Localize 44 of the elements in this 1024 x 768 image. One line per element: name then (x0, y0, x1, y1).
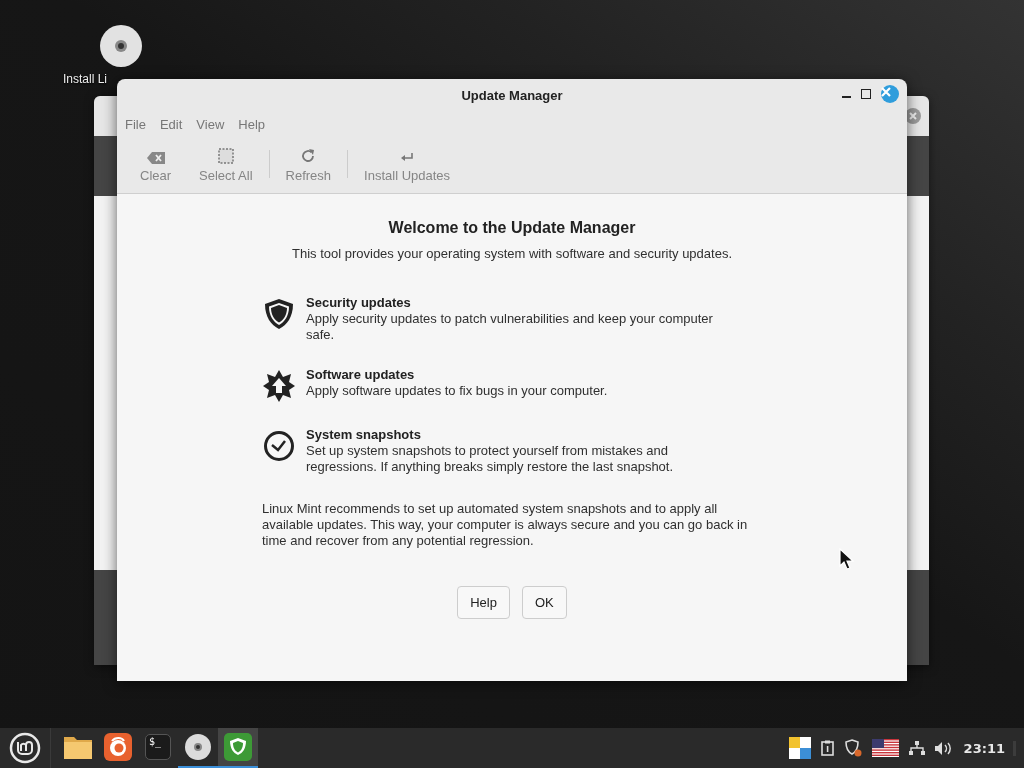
close-icon (881, 87, 891, 97)
refresh-icon (300, 147, 317, 164)
select-all-icon (217, 147, 234, 164)
welcome-heading: Welcome to the Update Manager (388, 219, 636, 237)
dialog-button[interactable]: OK (521, 586, 567, 619)
clipboard-icon[interactable] (820, 740, 834, 756)
taskbar-button[interactable] (218, 728, 258, 768)
close-icon (909, 112, 917, 120)
shield-icon[interactable] (843, 739, 862, 757)
flag-icon[interactable] (871, 739, 899, 757)
volume-icon[interactable] (934, 740, 952, 756)
menu-item[interactable]: File (118, 116, 153, 132)
clock-text[interactable]: 23:11 (963, 740, 1016, 756)
network-icon[interactable] (908, 740, 925, 756)
feature-title: Security updates (306, 295, 412, 311)
folder-icon[interactable] (63, 734, 93, 760)
maximize-icon[interactable] (861, 89, 871, 99)
disc-icon[interactable] (184, 733, 212, 761)
return-arrow-icon (400, 151, 415, 164)
terminal-icon[interactable]: $_ (145, 734, 171, 760)
welcome-subtitle: This tool provides your operating system with software and security updates. (291, 246, 732, 261)
feature-description: Apply security updates to patch vulnerabilities and keep your computer safe. (306, 311, 714, 343)
shield-app-icon[interactable] (224, 733, 252, 761)
dialog-button[interactable]: Help (457, 586, 510, 619)
color-tiles-icon[interactable] (788, 737, 811, 759)
feature-title: Software updates (306, 367, 416, 383)
feature-description: Set up system snapshots to protect yourself from mistakes and regressions. If anything breaks simply restore the last snapshot. (306, 443, 675, 475)
cursor-icon (839, 548, 855, 570)
menu-logo-icon[interactable] (9, 732, 41, 764)
menu-item[interactable]: Edit (152, 116, 190, 132)
browser-icon[interactable] (104, 733, 132, 761)
menu-item[interactable]: View (189, 116, 232, 132)
disc-icon[interactable] (99, 24, 143, 68)
close-button[interactable] (881, 85, 899, 103)
backspace-icon (146, 151, 165, 164)
window-title: Update Manager (461, 87, 563, 103)
desktop-icon-label[interactable]: Install Li (63, 72, 108, 86)
feature-description: Apply software updates to fix bugs in your computer. (306, 383, 609, 399)
feature-title: System snapshots (306, 427, 422, 443)
taskbar-button[interactable]: $_ (138, 728, 178, 768)
menu-item[interactable]: Help (231, 116, 273, 132)
recommendation-text: Linux Mint recommends to set up automated system snapshots and to apply all available updates. This way, your computer is always secure and you can go back in time and recover from any potential regression. (262, 501, 749, 549)
starburst-arrow-icon (262, 369, 296, 403)
shield-icon (262, 297, 296, 331)
